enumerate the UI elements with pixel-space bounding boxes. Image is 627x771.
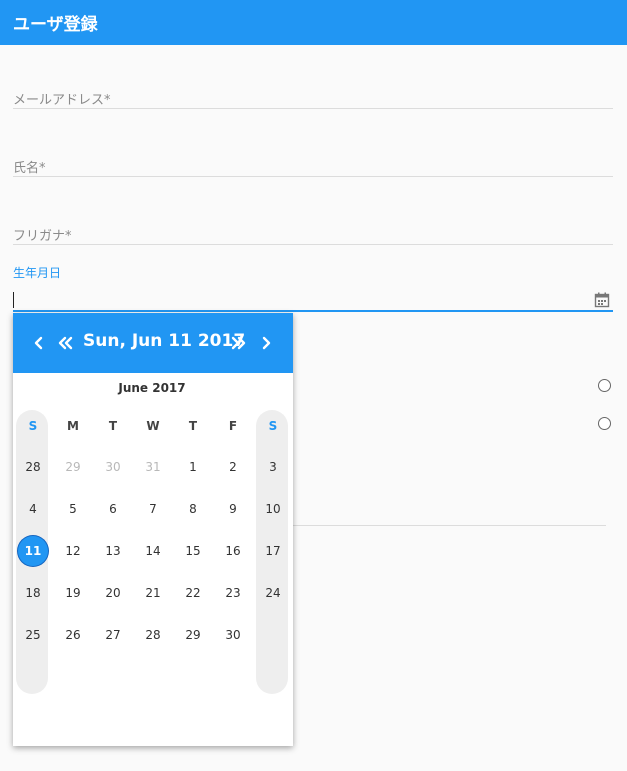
calendar-day[interactable]: 19 bbox=[58, 578, 88, 608]
kana-field[interactable] bbox=[13, 244, 613, 245]
double-chevron-left-icon[interactable] bbox=[57, 336, 73, 350]
gender-radio-1[interactable] bbox=[598, 379, 611, 392]
calendar-day[interactable]: 13 bbox=[98, 536, 128, 566]
double-chevron-right-icon[interactable] bbox=[231, 336, 247, 350]
weekday-label: T bbox=[188, 419, 198, 433]
weekday-label: W bbox=[146, 419, 160, 433]
calendar-day[interactable]: 28 bbox=[18, 452, 48, 482]
calendar-day[interactable]: 31 bbox=[138, 452, 168, 482]
calendar-day[interactable]: 2 bbox=[218, 452, 248, 482]
name-field[interactable] bbox=[13, 176, 613, 177]
calendar-day[interactable]: 10 bbox=[258, 494, 288, 524]
email-field-label: メールアドレス* bbox=[13, 93, 111, 108]
calendar-day[interactable]: 30 bbox=[218, 620, 248, 650]
hidden-field-underline[interactable] bbox=[288, 525, 606, 526]
calendar-icon[interactable] bbox=[594, 292, 610, 308]
calendar-day[interactable]: 29 bbox=[178, 620, 208, 650]
page-title: ユーザ登録 bbox=[13, 15, 98, 35]
calendar-day[interactable]: 30 bbox=[98, 452, 128, 482]
calendar-day[interactable]: 9 bbox=[218, 494, 248, 524]
calendar-day[interactable]: 8 bbox=[178, 494, 208, 524]
calendar-day[interactable]: 22 bbox=[178, 578, 208, 608]
calendar-day[interactable]: 25 bbox=[18, 620, 48, 650]
calendar-day[interactable]: 24 bbox=[258, 578, 288, 608]
calendar-day[interactable]: 15 bbox=[178, 536, 208, 566]
gender-radio-2[interactable] bbox=[598, 417, 611, 430]
email-field[interactable] bbox=[13, 108, 613, 109]
month-label: June 2017 bbox=[118, 381, 186, 395]
calendar-day[interactable]: 14 bbox=[138, 536, 168, 566]
birthday-field[interactable] bbox=[13, 310, 613, 312]
birthday-field-label: 生年月日 bbox=[13, 266, 62, 280]
weekday-label: T bbox=[108, 419, 118, 433]
calendar-day[interactable]: 7 bbox=[138, 494, 168, 524]
calendar-day[interactable]: 27 bbox=[98, 620, 128, 650]
calendar-day[interactable]: 16 bbox=[218, 536, 248, 566]
text-caret bbox=[13, 292, 14, 308]
calendar-day[interactable]: 11 bbox=[18, 536, 48, 566]
calendar-day[interactable]: 4 bbox=[18, 494, 48, 524]
chevron-right-icon[interactable] bbox=[260, 336, 272, 350]
calendar-day[interactable]: 20 bbox=[98, 578, 128, 608]
weekday-label: F bbox=[228, 419, 238, 433]
calendar-day[interactable]: 5 bbox=[58, 494, 88, 524]
name-field-label: 氏名* bbox=[13, 161, 46, 176]
calendar-day[interactable]: 29 bbox=[58, 452, 88, 482]
datepicker-header: Sun, Jun 11 2017 bbox=[13, 313, 293, 373]
app-bar: ユーザ登録 bbox=[0, 0, 627, 45]
calendar-day[interactable]: 28 bbox=[138, 620, 168, 650]
datepicker-popup: Sun, Jun 11 2017 June 2017 SMTWTFS 28 29 3… bbox=[13, 313, 293, 746]
kana-field-label: フリガナ* bbox=[13, 229, 72, 244]
weekday-label: S bbox=[28, 419, 38, 433]
weekday-label: M bbox=[67, 419, 79, 433]
calendar-day[interactable]: 21 bbox=[138, 578, 168, 608]
calendar-day[interactable]: 12 bbox=[58, 536, 88, 566]
calendar-day[interactable]: 18 bbox=[18, 578, 48, 608]
calendar-day[interactable]: 26 bbox=[58, 620, 88, 650]
calendar-day[interactable]: 1 bbox=[178, 452, 208, 482]
calendar-day[interactable]: 23 bbox=[218, 578, 248, 608]
calendar-day[interactable]: 17 bbox=[258, 536, 288, 566]
weekday-label: S bbox=[268, 419, 278, 433]
selected-date-display: Sun, Jun 11 2017 bbox=[83, 331, 246, 351]
chevron-left-icon[interactable] bbox=[33, 336, 45, 350]
calendar-day[interactable]: 3 bbox=[258, 452, 288, 482]
calendar-day[interactable]: 6 bbox=[98, 494, 128, 524]
